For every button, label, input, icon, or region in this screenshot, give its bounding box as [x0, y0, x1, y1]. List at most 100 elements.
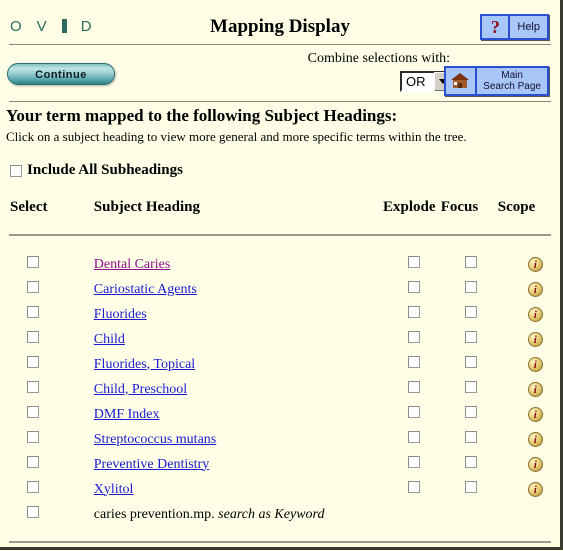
select-checkbox[interactable] — [27, 305, 39, 318]
subject-heading-cell: Child, Preschool — [94, 376, 383, 401]
select-checkbox[interactable] — [27, 355, 39, 368]
explode-checkbox[interactable] — [407, 255, 420, 268]
focus-cell — [441, 501, 498, 526]
focus-checkbox[interactable] — [464, 355, 477, 368]
explode-checkbox[interactable] — [407, 380, 420, 393]
explode-checkbox[interactable] — [407, 455, 420, 468]
scope-info-icon[interactable]: i — [527, 356, 543, 372]
table-row: Child, Preschool i — [0, 376, 560, 401]
column-header-focus: Focus — [440, 199, 479, 215]
focus-checkbox[interactable] — [464, 480, 477, 493]
scope-info-icon[interactable]: i — [527, 381, 543, 397]
focus-checkbox[interactable] — [464, 405, 477, 418]
subject-heading-link[interactable]: Dental Caries — [94, 257, 171, 272]
scope-info-icon[interactable]: i — [527, 431, 543, 447]
subject-heading-cell: Dental Caries — [94, 251, 383, 276]
keyword-term: caries prevention.mp. — [93, 506, 215, 522]
table-row: Cariostatic Agents i — [0, 276, 560, 301]
table-footer-divider — [9, 540, 551, 543]
table-row: Child i — [0, 326, 560, 351]
table-row: Streptococcus mutans i — [0, 426, 560, 451]
house-icon — [446, 68, 478, 94]
help-button[interactable]: ? Help — [480, 14, 549, 40]
explode-checkbox[interactable] — [407, 330, 420, 343]
select-checkbox[interactable] — [27, 280, 39, 293]
select-cell — [0, 326, 94, 351]
subject-heading-cell: DMF Index — [94, 401, 383, 426]
mapping-display-page: OVD Mapping Display ? Help Continue Comb… — [0, 0, 563, 550]
scope-cell: i — [498, 401, 560, 426]
scope-info-icon[interactable]: i — [527, 306, 543, 322]
subject-heading-cell: Preventive Dentistry — [94, 451, 383, 476]
select-checkbox[interactable] — [27, 405, 39, 418]
focus-checkbox[interactable] — [464, 455, 477, 468]
main-search-line-2: Search Page — [483, 81, 541, 92]
subject-heading-link[interactable]: Fluorides, Topical — [94, 357, 195, 372]
question-mark-icon: ? — [482, 16, 511, 38]
table-header-divider — [9, 233, 551, 236]
main-search-page-button[interactable]: Main Search Page — [444, 66, 549, 96]
focus-cell — [441, 326, 498, 351]
table-header-row: Select Subject Heading Explode Focus Sco… — [0, 199, 560, 226]
explode-checkbox[interactable] — [407, 305, 420, 318]
explode-checkbox[interactable] — [407, 280, 420, 293]
select-cell — [0, 251, 94, 276]
subject-heading-link[interactable]: DMF Index — [94, 407, 160, 422]
table-row: Preventive Dentistry i — [0, 451, 560, 476]
select-checkbox[interactable] — [27, 455, 39, 468]
explode-checkbox[interactable] — [407, 430, 420, 443]
explode-checkbox[interactable] — [407, 480, 420, 493]
focus-cell — [441, 301, 498, 326]
scope-cell: i — [498, 426, 560, 451]
subject-heading-cell: Child — [94, 326, 383, 351]
subject-heading-cell: Fluorides — [94, 301, 383, 326]
subject-heading-cell: caries prevention.mp. search as Keyword — [94, 501, 383, 526]
focus-checkbox[interactable] — [464, 255, 477, 268]
focus-checkbox[interactable] — [464, 280, 477, 293]
scope-cell: i — [498, 301, 560, 326]
select-cell — [0, 501, 94, 526]
explode-cell — [383, 276, 441, 301]
scope-info-icon[interactable]: i — [527, 281, 543, 297]
select-cell — [0, 476, 94, 501]
subject-heading-link[interactable]: Child, Preschool — [94, 382, 187, 397]
page-header: OVD Mapping Display ? Help — [0, 0, 560, 44]
scope-info-icon[interactable]: i — [527, 331, 543, 347]
explode-cell — [383, 476, 441, 501]
select-checkbox[interactable] — [27, 480, 39, 493]
subject-heading-link[interactable]: Child — [94, 332, 125, 347]
focus-cell — [441, 476, 498, 501]
select-checkbox[interactable] — [27, 430, 39, 443]
include-all-subheadings-checkbox[interactable] — [10, 164, 22, 177]
subject-heading-link[interactable]: Xylitol — [94, 482, 134, 497]
subject-heading-link[interactable]: Fluorides — [94, 307, 147, 322]
select-checkbox[interactable] — [27, 380, 39, 393]
help-button-label: Help — [510, 16, 547, 38]
scope-info-icon[interactable]: i — [527, 406, 543, 422]
table-row: Dental Caries i — [0, 251, 560, 276]
focus-checkbox[interactable] — [464, 430, 477, 443]
explode-checkbox[interactable] — [407, 355, 420, 368]
focus-cell — [441, 351, 498, 376]
focus-checkbox[interactable] — [464, 305, 477, 318]
subject-heading-link[interactable]: Cariostatic Agents — [94, 282, 197, 297]
scope-info-icon[interactable]: i — [527, 481, 543, 497]
toolbar: Continue Combine selections with: OR Mai… — [0, 45, 560, 101]
select-checkbox[interactable] — [27, 255, 39, 268]
explode-cell — [383, 326, 441, 351]
scope-info-icon[interactable]: i — [527, 456, 543, 472]
focus-checkbox[interactable] — [464, 330, 477, 343]
select-checkbox[interactable] — [27, 330, 39, 343]
focus-cell — [441, 451, 498, 476]
focus-cell — [441, 251, 498, 276]
subject-heading-link[interactable]: Streptococcus mutans — [94, 432, 216, 447]
focus-cell — [441, 426, 498, 451]
focus-checkbox[interactable] — [464, 380, 477, 393]
explode-checkbox[interactable] — [407, 405, 420, 418]
subject-heading-cell: Cariostatic Agents — [94, 276, 383, 301]
subject-heading-link[interactable]: Preventive Dentistry — [94, 457, 209, 472]
scope-info-icon[interactable]: i — [527, 256, 543, 272]
include-all-subheadings-row[interactable]: Include All Subheadings — [10, 162, 560, 179]
continue-button[interactable]: Continue — [7, 63, 115, 85]
select-checkbox[interactable] — [27, 505, 39, 518]
